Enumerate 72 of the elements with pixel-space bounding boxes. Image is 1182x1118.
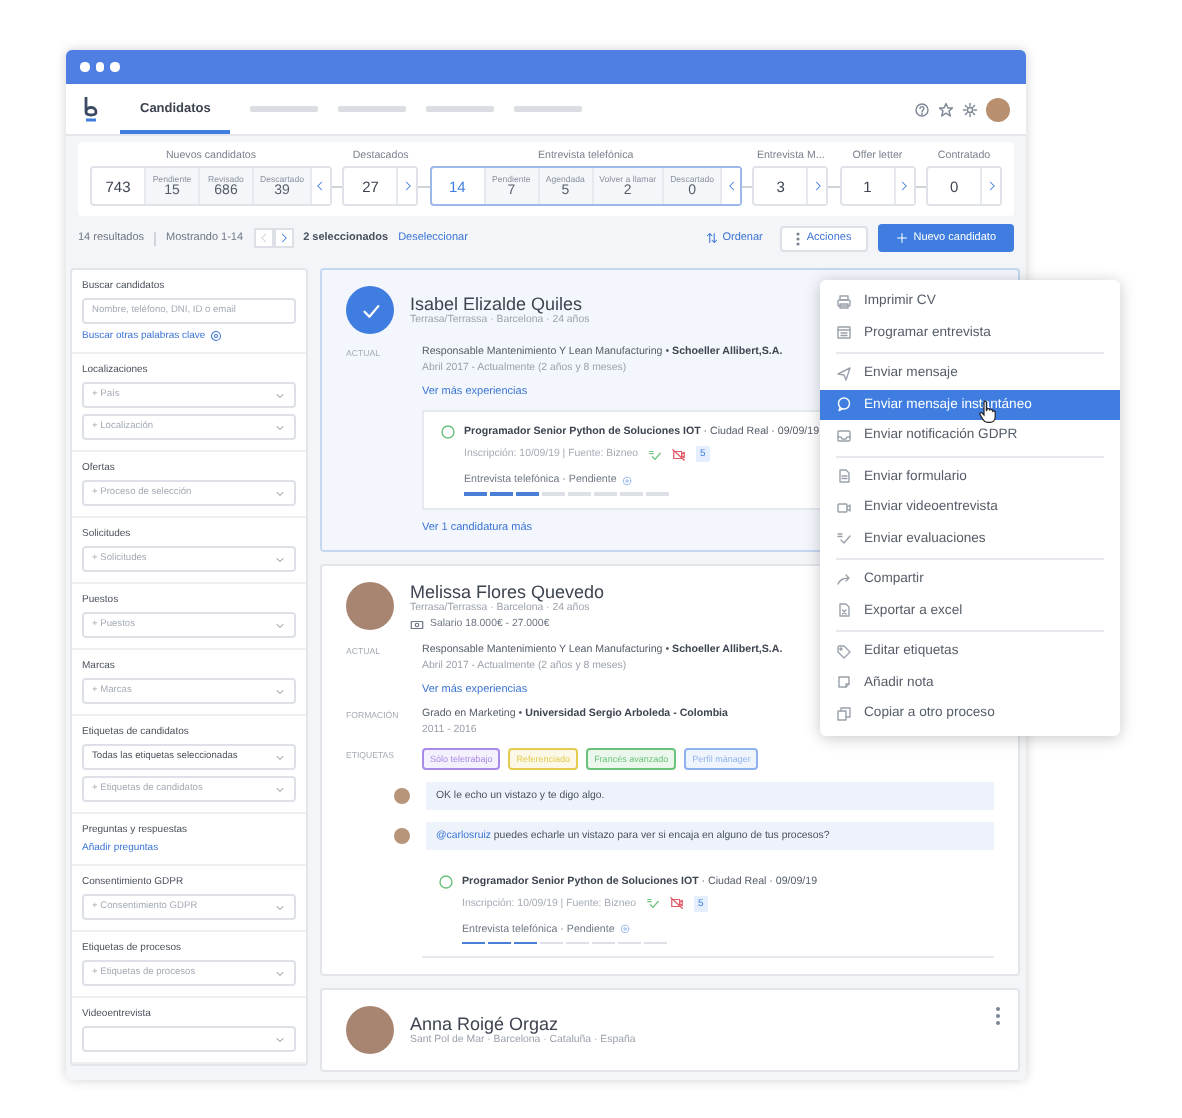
chevron-left-icon [257, 232, 270, 244]
chevron-left-icon [314, 180, 327, 192]
checkmark-icon [646, 896, 660, 911]
candidate-name[interactable]: Melissa Flores Quevedo [410, 581, 605, 602]
candidate-name[interactable]: Anna Roigé Orgaz [410, 1014, 636, 1035]
chevron-down-icon [274, 487, 286, 499]
chevron-down-icon [274, 1033, 286, 1045]
more-options-icon[interactable] [994, 1006, 1002, 1027]
chevron-down-icon [274, 967, 286, 979]
expand-button[interactable] [396, 168, 417, 204]
chevron-down-icon [274, 619, 286, 631]
copy-icon [836, 705, 852, 722]
photo-placeholder [346, 1006, 394, 1055]
spreadsheet-file-icon [836, 602, 852, 619]
photo-placeholder [346, 582, 394, 631]
user-avatar[interactable] [986, 97, 1010, 121]
eye-icon [622, 475, 633, 485]
chevron-down-icon [274, 421, 286, 433]
chevron-left-icon [725, 180, 738, 192]
chevron-right-icon [985, 180, 998, 192]
document-icon [836, 468, 852, 485]
avatar-placeholder [394, 827, 410, 844]
avatar-placeholder [394, 787, 410, 804]
settings-icon [962, 101, 978, 117]
expand-button[interactable] [980, 168, 1001, 204]
note-icon [836, 674, 852, 691]
video-camera-icon [836, 499, 852, 516]
chevron-right-icon [811, 180, 824, 192]
selected-check[interactable] [346, 286, 394, 334]
chevron-right-icon [401, 180, 414, 192]
previous-page-button[interactable] [253, 228, 274, 248]
chevron-down-icon [274, 751, 286, 763]
video-off-icon [672, 447, 686, 461]
chevron-right-icon [277, 232, 290, 244]
eye-icon [209, 330, 222, 342]
logo-icon[interactable] [82, 96, 100, 122]
video-off-icon [670, 896, 684, 911]
plus-icon [895, 232, 908, 244]
sort-arrows-icon [706, 232, 719, 244]
chevron-down-icon [274, 783, 286, 795]
collapse-button[interactable] [720, 168, 741, 204]
collapse-button[interactable] [309, 168, 330, 204]
chat-bubble-icon [836, 396, 852, 413]
status-circle-icon [438, 873, 454, 890]
candidate-name[interactable]: Isabel Elizalde Quiles [410, 294, 590, 314]
placeholder-bar [514, 106, 583, 112]
status-circle-icon [440, 424, 456, 440]
calendar-icon [836, 324, 852, 341]
eye-icon [620, 924, 631, 935]
chevron-down-icon [274, 553, 286, 565]
more-options-icon [796, 231, 801, 245]
help-icon [914, 101, 930, 117]
paper-plane-icon [836, 365, 852, 382]
checkmark-icon [836, 530, 852, 547]
inbox-icon [836, 427, 852, 444]
placeholder-bar [338, 106, 407, 112]
checkmark-icon [648, 447, 662, 461]
banknote-icon [410, 617, 424, 632]
star-icon [938, 101, 954, 117]
select-field[interactable] [82, 1026, 296, 1052]
chevron-down-icon [274, 685, 286, 697]
placeholder-bar [426, 106, 495, 112]
placeholder-bar [250, 106, 319, 112]
next-page-button[interactable] [273, 228, 294, 248]
chevron-down-icon [274, 389, 286, 401]
tag-icon [836, 643, 852, 660]
chevron-right-icon [898, 180, 911, 192]
chevron-down-icon [274, 901, 286, 913]
expand-button[interactable] [893, 168, 914, 204]
expand-button[interactable] [806, 168, 827, 204]
printer-icon [836, 293, 852, 310]
share-arrow-icon [836, 571, 852, 588]
